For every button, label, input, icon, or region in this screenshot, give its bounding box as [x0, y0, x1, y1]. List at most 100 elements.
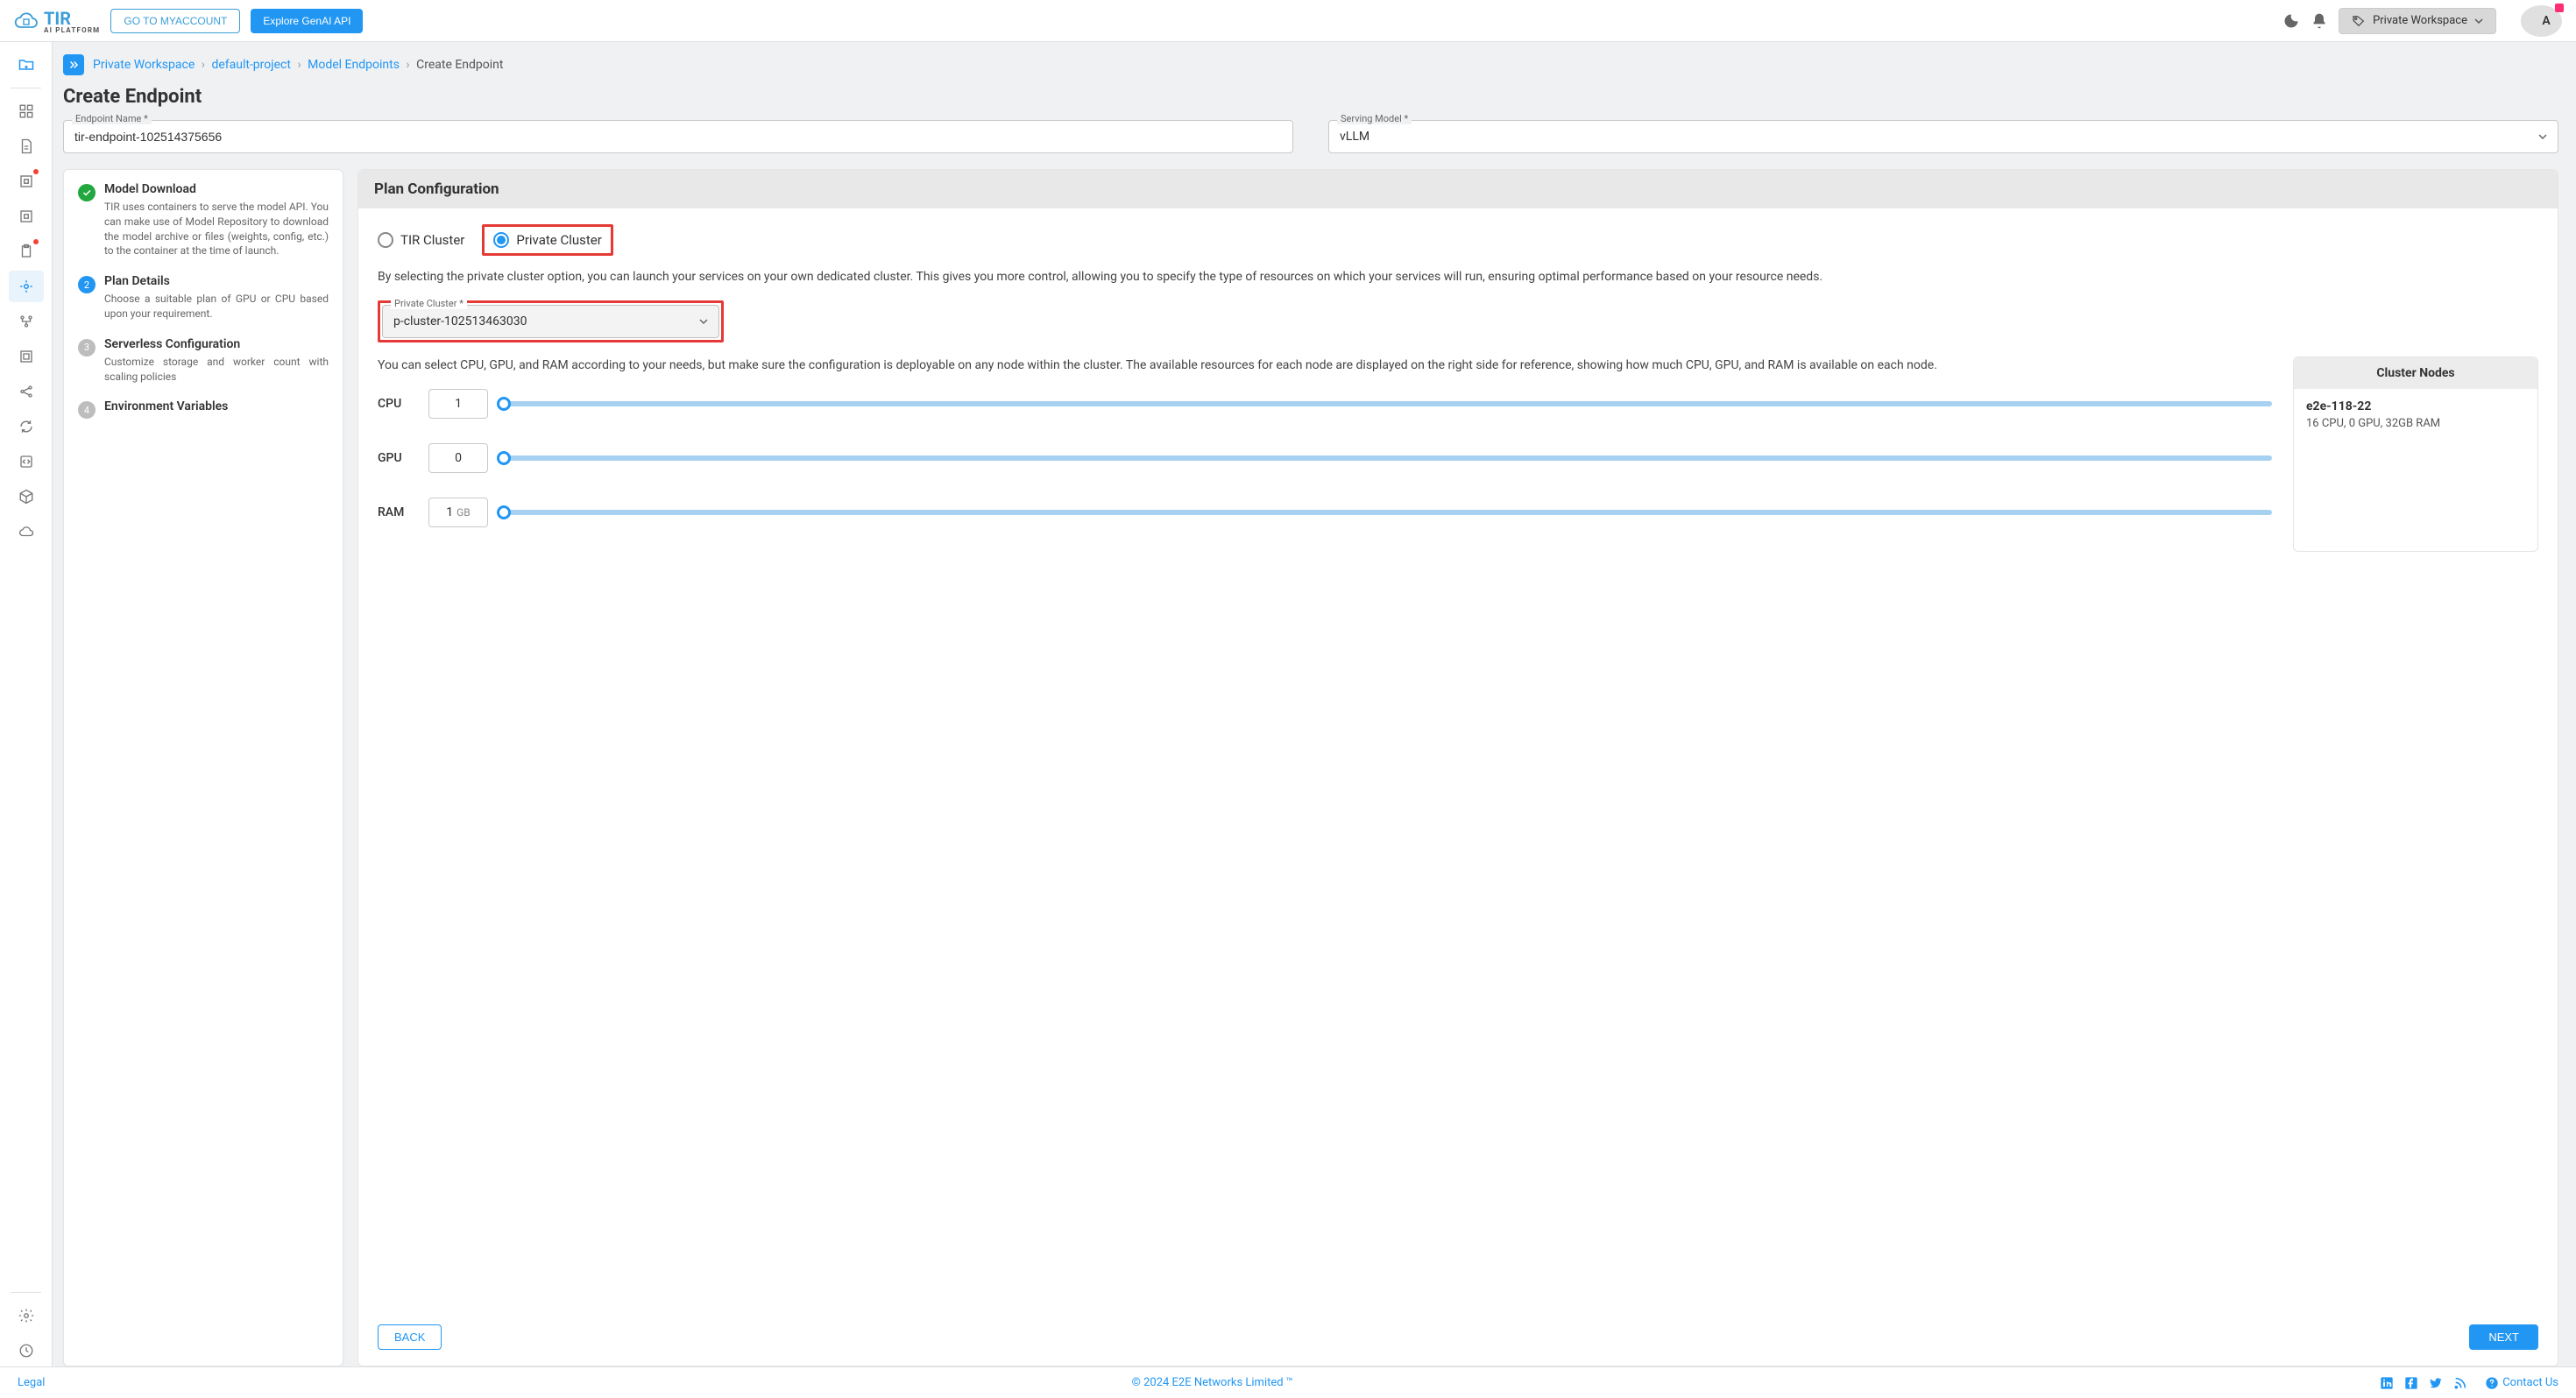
breadcrumb-link[interactable]: Private Workspace — [93, 58, 195, 72]
ram-label: RAM — [378, 505, 413, 519]
gpu-input[interactable]: 0 — [428, 443, 488, 473]
sidebar-item-shield[interactable] — [9, 1335, 44, 1366]
next-button[interactable]: NEXT — [2469, 1324, 2538, 1350]
gpu-label: GPU — [378, 451, 413, 465]
main-content: Private Workspace › default-project › Mo… — [53, 42, 2576, 1366]
caret-down-icon — [2538, 132, 2547, 141]
topbar: TIR AI PLATFORM GO TO MYACCOUNT Explore … — [0, 0, 2576, 42]
check-icon — [78, 184, 96, 201]
social-icons — [2380, 1376, 2467, 1390]
step-title: Serverless Configuration — [104, 337, 329, 351]
step-serverless-config[interactable]: 3 Serverless Configuration Customize sto… — [78, 337, 329, 385]
step-env-vars[interactable]: 4 Environment Variables — [78, 399, 329, 419]
sidebar-item-hardware3[interactable] — [9, 341, 44, 372]
step-number: 2 — [78, 276, 96, 293]
moon-icon[interactable] — [2282, 12, 2300, 30]
slider-thumb[interactable] — [497, 397, 511, 411]
sidebar-item-refresh[interactable] — [9, 411, 44, 442]
cloud-icon — [14, 11, 39, 31]
private-cluster-select[interactable]: p-cluster-102513463030 — [382, 305, 719, 338]
node-specs: 16 CPU, 0 GPU, 32GB RAM — [2306, 417, 2525, 430]
back-button[interactable]: BACK — [378, 1324, 442, 1350]
ram-input[interactable]: 1GB — [428, 498, 488, 527]
panel-footer: BACK NEXT — [358, 1312, 2558, 1366]
field-label: Serving Model * — [1337, 113, 1412, 124]
gpu-slider[interactable] — [504, 455, 2272, 461]
caret-down-icon — [699, 317, 708, 326]
sidebar-item-share[interactable] — [9, 376, 44, 407]
sidebar-item-embed[interactable] — [9, 446, 44, 477]
breadcrumb-link[interactable]: default-project — [211, 58, 291, 72]
workspace-selector[interactable]: Private Workspace — [2339, 8, 2496, 34]
copyright: © 2024 E2E Networks Limited ™ — [45, 1376, 2380, 1389]
sidebar-item-dashboard[interactable] — [9, 95, 44, 127]
sidebar-item-folder[interactable] — [9, 49, 44, 81]
step-desc: Choose a suitable plan of GPU or CPU bas… — [104, 292, 329, 321]
radio-icon — [493, 232, 509, 248]
linkedin-icon[interactable] — [2380, 1376, 2394, 1390]
tir-cluster-radio[interactable]: TIR Cluster — [378, 232, 464, 248]
bell-icon[interactable] — [2311, 12, 2328, 30]
private-cluster-field: Private Cluster * p-cluster-102513463030 — [382, 305, 719, 338]
step-title: Model Download — [104, 182, 329, 196]
breadcrumb-link[interactable]: Model Endpoints — [308, 58, 400, 72]
sidebar-item-endpoints[interactable] — [9, 271, 44, 302]
cluster-nodes-panel: Cluster Nodes e2e-118-22 16 CPU, 0 GPU, … — [2293, 357, 2538, 552]
go-myaccount-button[interactable]: GO TO MYACCOUNT — [110, 9, 240, 33]
explore-genai-button[interactable]: Explore GenAI API — [251, 9, 363, 33]
cpu-input[interactable]: 1 — [428, 389, 488, 419]
private-cluster-radio[interactable]: Private Cluster — [482, 224, 612, 256]
slider-thumb[interactable] — [497, 451, 511, 465]
cpu-row: CPU 1 — [378, 389, 2272, 419]
gpu-row: GPU 0 — [378, 443, 2272, 473]
cpu-slider[interactable] — [504, 401, 2272, 406]
page-title: Create Endpoint — [63, 86, 2558, 108]
sidebar-item-settings[interactable] — [9, 1300, 44, 1331]
sidebar-item-hardware1[interactable] — [9, 166, 44, 197]
endpoint-name-input[interactable] — [63, 120, 1293, 153]
slider-thumb[interactable] — [497, 505, 511, 519]
avatar[interactable]: A — [2521, 5, 2562, 37]
step-plan-details[interactable]: 2 Plan Details Choose a suitable plan of… — [78, 274, 329, 321]
facebook-icon[interactable] — [2404, 1376, 2418, 1390]
ram-slider[interactable] — [504, 510, 2272, 515]
sidebar-item-cloud[interactable] — [9, 516, 44, 547]
plan-config-panel: Plan Configuration TIR Cluster Private C… — [357, 169, 2558, 1366]
expand-sidebar-button[interactable] — [63, 54, 84, 75]
serving-model-select[interactable]: vLLM — [1328, 120, 2558, 153]
cluster-description: By selecting the private cluster option,… — [378, 268, 2538, 286]
serving-model-field: Serving Model * vLLM — [1328, 120, 2558, 153]
breadcrumb-row: Private Workspace › default-project › Mo… — [63, 54, 2558, 75]
step-title: Environment Variables — [104, 399, 228, 413]
sidebar-item-file[interactable] — [9, 131, 44, 162]
sidebar-item-box[interactable] — [9, 481, 44, 512]
field-label: Private Cluster * — [391, 298, 467, 309]
cpu-label: CPU — [378, 397, 413, 411]
footer: Legal © 2024 E2E Networks Limited ™ Cont… — [0, 1366, 2576, 1398]
private-cluster-highlight: Private Cluster * p-cluster-102513463030 — [378, 300, 724, 342]
sidebar-item-hardware2[interactable] — [9, 201, 44, 232]
logo-subtitle: AI PLATFORM — [44, 27, 100, 34]
sidebar-item-pipeline[interactable] — [9, 306, 44, 337]
resource-description: You can select CPU, GPU, and RAM accordi… — [378, 357, 2272, 375]
rss-icon[interactable] — [2453, 1376, 2467, 1390]
sidebar-item-clipboard[interactable] — [9, 236, 44, 267]
sidebar — [0, 42, 53, 1366]
select-value: p-cluster-102513463030 — [393, 314, 527, 328]
radio-icon — [378, 232, 393, 248]
field-label: Endpoint Name * — [72, 113, 152, 124]
avatar-badge — [2555, 4, 2564, 12]
legal-link[interactable]: Legal — [18, 1376, 45, 1389]
caret-down-icon — [2474, 17, 2483, 25]
logo[interactable]: TIR AI PLATFORM — [14, 8, 100, 34]
twitter-icon[interactable] — [2429, 1376, 2443, 1390]
form-row: Endpoint Name * Serving Model * vLLM — [63, 120, 2558, 153]
radio-label: TIR Cluster — [400, 232, 464, 248]
select-value: vLLM — [1340, 130, 1369, 144]
logo-text: TIR — [44, 8, 71, 29]
breadcrumb-current: Create Endpoint — [416, 58, 503, 72]
contact-link[interactable]: Contact Us — [2485, 1376, 2558, 1390]
step-model-download[interactable]: Model Download TIR uses containers to se… — [78, 182, 329, 258]
nodes-header: Cluster Nodes — [2294, 357, 2537, 389]
tag-icon — [2352, 14, 2366, 28]
